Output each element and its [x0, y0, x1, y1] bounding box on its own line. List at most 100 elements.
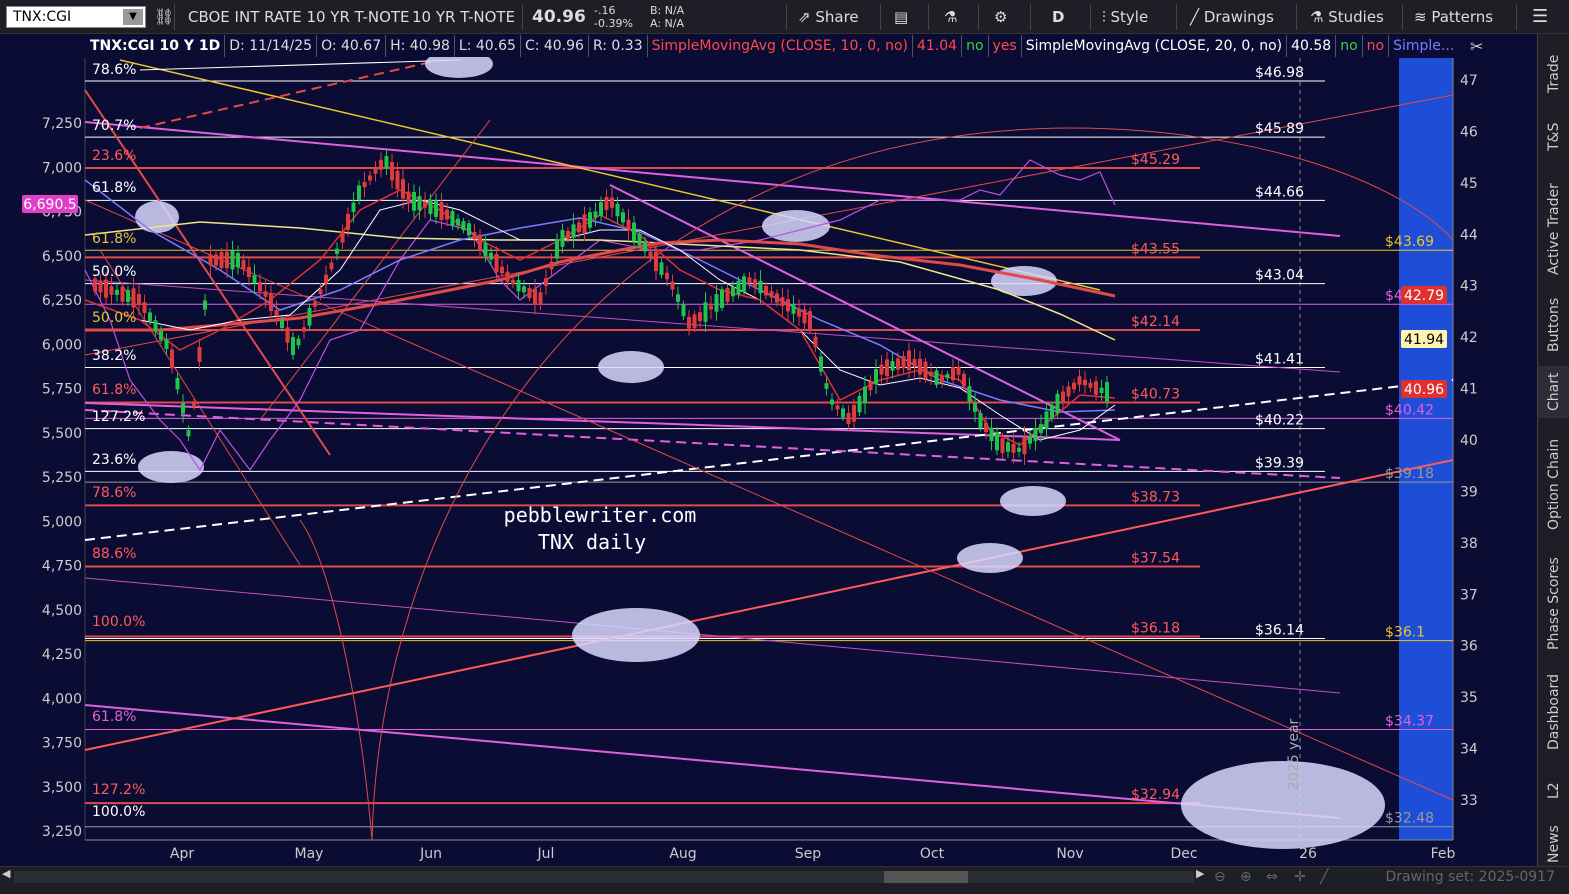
drawings-button[interactable]: ╱ Drawings [1190, 0, 1274, 34]
candles-icon: ⫶ [1102, 8, 1111, 26]
symbol-dropdown-icon[interactable]: ▼ [123, 9, 143, 25]
pan-icon[interactable]: ⇔ [1266, 869, 1278, 885]
studies-button[interactable]: ⚗ Studies [1310, 0, 1384, 34]
candle-body [450, 211, 455, 226]
fib-label: 88.6% [92, 546, 136, 562]
chart-settings-icon[interactable]: ✂ [1470, 37, 1483, 56]
side-tab-trade[interactable]: Trade [1538, 46, 1569, 102]
crosshair-icon[interactable]: ✛ [1294, 869, 1306, 885]
left-axis-tick: 3,500 [42, 780, 82, 796]
candle-body [934, 370, 939, 385]
side-tab-buttons[interactable]: Buttons [1538, 292, 1569, 358]
side-tab-option-chain[interactable]: Option Chain [1538, 426, 1569, 542]
studies-label: Studies [1328, 8, 1384, 26]
side-tab-phase-scores[interactable]: Phase Scores [1538, 550, 1569, 658]
candle-body [225, 251, 229, 269]
watermark-line2: TNX daily [538, 530, 646, 554]
x-tick-label: Jul [537, 846, 555, 862]
candle-body [533, 288, 537, 305]
candle-body [874, 369, 878, 385]
left-axis-tick: 7,250 [42, 116, 82, 132]
x-tick-label: Oct [920, 846, 945, 862]
gear-icon[interactable]: ⚙ [994, 0, 1007, 34]
candle-body [637, 233, 642, 245]
side-tab-l2[interactable]: L2 [1538, 766, 1569, 816]
fib-label: 50.0% [92, 310, 136, 326]
candle-body [648, 251, 653, 257]
right-axis-tick: 38 [1460, 536, 1478, 552]
right-axis-tick: 46 [1460, 124, 1478, 140]
top-toolbar: TNX:CGI ▼ ⛓ CBOE INT RATE 10 YR T-NOTE 1… [0, 0, 1569, 34]
side-tab-t-s[interactable]: T&S [1538, 108, 1569, 166]
candle-body [890, 361, 895, 371]
study-sma10-value: 41.04 [912, 35, 963, 57]
candle-body [142, 302, 147, 313]
study-sma20[interactable]: SimpleMovingAvg (CLOSE, 20, 0, no) [1021, 35, 1288, 57]
candle-body [395, 170, 400, 190]
patterns-button[interactable]: ≋ Patterns [1414, 0, 1493, 34]
candle-body [698, 312, 702, 322]
draw-icon[interactable]: ╱ [1320, 869, 1328, 885]
candle-body [1083, 379, 1087, 386]
scroll-left-icon[interactable]: ◀ [2, 867, 10, 880]
candle-body [703, 302, 708, 322]
candle-body [478, 234, 482, 251]
scrollbar-thumb[interactable] [884, 871, 968, 883]
price-badge-text: 6,690.5 [23, 197, 76, 213]
candle-body [813, 336, 818, 348]
price-change: -.16 -0.39% [594, 4, 633, 30]
candle-body [791, 304, 796, 314]
candle-body [742, 276, 746, 292]
x-tick-label: Jun [419, 846, 442, 862]
fib-label: 70.7% [92, 118, 136, 134]
study-sma50[interactable]: Simple... [1389, 35, 1459, 57]
zoom-out-icon[interactable]: ⊖ [1214, 869, 1226, 885]
red-price-label: $32.94 [1131, 787, 1180, 803]
zoom-in-icon[interactable]: ⊕ [1240, 869, 1252, 885]
share-button[interactable]: ⇗ Share [798, 0, 859, 34]
red-price-label: $36.18 [1131, 620, 1180, 636]
candle-body [93, 278, 97, 292]
left-axis-tick: 6,500 [42, 249, 82, 265]
style-button[interactable]: ⫶ Style [1102, 0, 1148, 34]
side-tab-dashboard[interactable]: Dashboard [1538, 666, 1569, 758]
candle-body [214, 254, 218, 266]
candle-body [186, 430, 191, 437]
candle-body [692, 314, 697, 329]
symbol-text: TNX:CGI [13, 9, 72, 25]
candle-body [1066, 386, 1071, 397]
candle-body [824, 383, 829, 389]
symbol-input[interactable]: TNX:CGI ▼ [6, 6, 146, 28]
candle-body [846, 412, 851, 425]
period-button[interactable]: D [1052, 0, 1064, 34]
candle-body [153, 320, 158, 332]
study-sma20-flag-no2: no [1362, 35, 1390, 57]
side-tab-news[interactable]: News [1538, 824, 1569, 864]
scroll-right-icon[interactable]: ▶ [1196, 867, 1204, 880]
left-axis-tick: 5,750 [42, 382, 82, 398]
candle-body [104, 279, 108, 298]
red-price-label: $40.73 [1131, 386, 1180, 402]
candle-body [687, 316, 691, 329]
candle-body [368, 175, 372, 181]
right-axis-tick: 35 [1460, 690, 1478, 706]
candle-body [335, 248, 339, 255]
left-axis-tick: 6,000 [42, 337, 82, 353]
price-chart[interactable]: $46.98 $45.89 $44.66 $43.04 $41.41 $40.22 $39.… [0, 34, 1536, 866]
study-sma10[interactable]: SimpleMovingAvg (CLOSE, 10, 0, no) [647, 35, 913, 57]
candle-body [170, 349, 174, 369]
flask-icon[interactable]: ⚗ [944, 0, 957, 34]
horizontal-scrollbar[interactable] [14, 871, 1194, 883]
side-tab-active-trader[interactable]: Active Trader [1538, 174, 1569, 284]
drawings-label: Drawings [1203, 8, 1275, 26]
menu-icon[interactable]: ☰ [1532, 0, 1548, 34]
candle-body [296, 338, 301, 346]
candle-body [390, 162, 394, 181]
side-tab-chart[interactable]: Chart [1538, 366, 1569, 418]
link-icon[interactable]: ⛓ [154, 0, 174, 34]
pink-price-label: $40.42 [1385, 402, 1434, 418]
candle-body [555, 239, 559, 259]
news-icon[interactable]: ▤ [894, 0, 908, 34]
candle-body [467, 223, 471, 236]
candle-body [577, 222, 581, 233]
